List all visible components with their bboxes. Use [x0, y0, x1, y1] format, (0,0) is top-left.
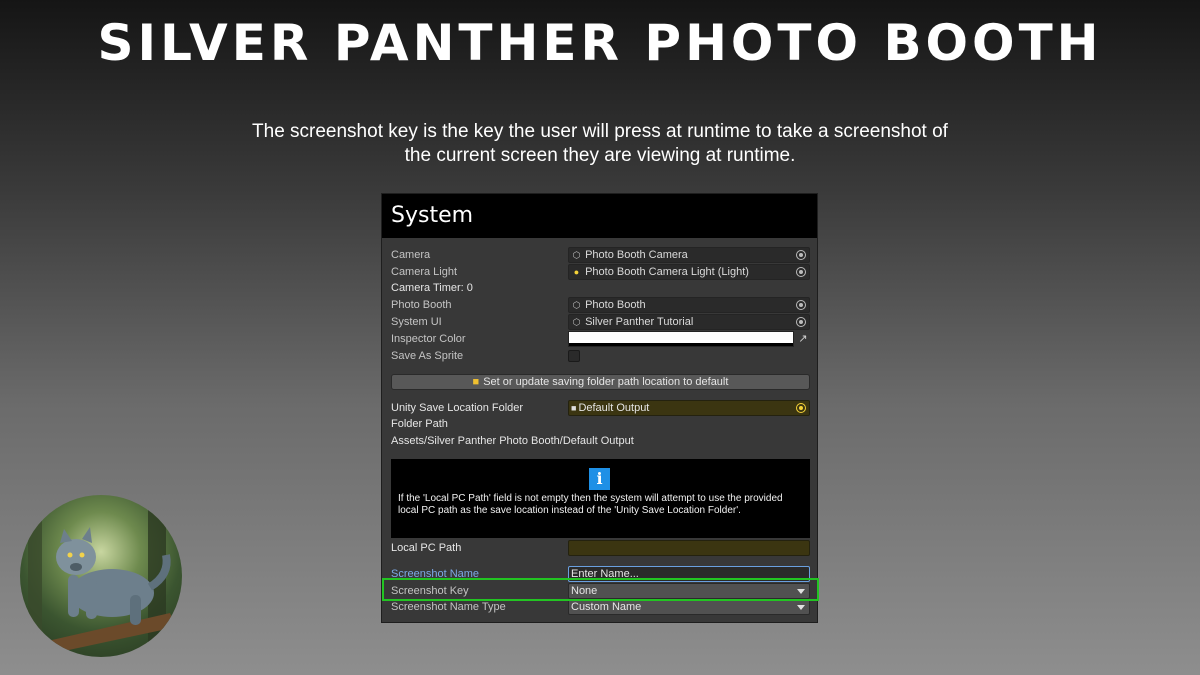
screenshot-name-type-label: Screenshot Name Type [391, 601, 506, 613]
screenshot-name-input[interactable]: Enter Name... [568, 566, 810, 582]
photo-booth-value: Photo Booth [585, 299, 646, 311]
camera-light-row: Camera Light ● Photo Booth Camera Light … [382, 264, 819, 281]
screenshot-name-type-value: Custom Name [571, 601, 642, 613]
camera-row: Camera ⬡ Photo Booth Camera [382, 247, 819, 264]
panther-image [20, 495, 182, 657]
save-as-sprite-row: Save As Sprite [382, 348, 819, 365]
folder-path-value-row: Assets/Silver Panther Photo Booth/Defaul… [382, 433, 819, 450]
panther-illustration [28, 495, 176, 657]
unity-save-location-row: Unity Save Location Folder ■ Default Outp… [382, 400, 819, 417]
info-icon: i [589, 468, 610, 490]
object-picker-icon[interactable] [796, 300, 806, 310]
folder-path-value: Assets/Silver Panther Photo Booth/Defaul… [391, 435, 634, 447]
system-ui-value: Silver Panther Tutorial [585, 316, 694, 328]
photo-booth-field[interactable]: ⬡ Photo Booth [568, 297, 810, 313]
screenshot-name-type-row: Screenshot Name Type Custom Name [382, 599, 819, 616]
page-description: The screenshot key is the key the user w… [252, 121, 948, 166]
camera-field[interactable]: ⬡ Photo Booth Camera [568, 247, 810, 263]
object-picker-icon[interactable] [796, 267, 806, 277]
camera-light-field[interactable]: ● Photo Booth Camera Light (Light) [568, 264, 810, 280]
eyedropper-icon[interactable]: ↗ [796, 331, 810, 347]
unity-save-location-field[interactable]: ■ Default Output [568, 400, 810, 416]
local-pc-path-label: Local PC Path [391, 542, 462, 554]
inspector-panel: System Camera ⬡ Photo Booth Camera Camer… [381, 193, 818, 623]
system-ui-row: System UI ⬡ Silver Panther Tutorial [382, 314, 819, 331]
system-ui-field[interactable]: ⬡ Silver Panther Tutorial [568, 314, 810, 330]
inspector-color-label: Inspector Color [391, 333, 466, 345]
screenshot-key-value: None [571, 585, 598, 597]
object-picker-icon[interactable] [796, 403, 806, 413]
camera-light-value: Photo Booth Camera Light (Light) [585, 266, 749, 278]
object-picker-icon[interactable] [796, 250, 806, 260]
inspector-color-row: Inspector Color ↗ [382, 331, 819, 348]
screenshot-key-row: Screenshot Key None [382, 583, 819, 600]
photo-booth-row: Photo Booth ⬡ Photo Booth [382, 297, 819, 314]
info-text: If the 'Local PC Path' field is not empt… [398, 493, 783, 516]
system-ui-label: System UI [391, 316, 442, 328]
camera-timer-label: Camera Timer: 0 [391, 282, 473, 294]
gameobject-icon: ⬡ [572, 250, 581, 260]
chevron-down-icon [797, 605, 805, 610]
save-as-sprite-checkbox[interactable] [568, 350, 580, 362]
camera-timer-row: Camera Timer: 0 [382, 280, 819, 297]
camera-light-label: Camera Light [391, 266, 458, 278]
inspector-color-swatch[interactable] [568, 331, 794, 347]
info-help-box: i If the 'Local PC Path' field is not em… [391, 459, 810, 538]
folder-path-label: Folder Path [391, 418, 448, 430]
set-default-path-button[interactable]: ■ Set or update saving folder path locati… [391, 374, 810, 390]
unity-save-location-label: Unity Save Location Folder [391, 402, 524, 414]
save-as-sprite-label: Save As Sprite [391, 350, 464, 362]
folder-icon: ■ [571, 403, 577, 413]
camera-value: Photo Booth Camera [585, 249, 688, 261]
screenshot-key-label: Screenshot Key [391, 585, 469, 597]
screenshot-name-label: Screenshot Name [391, 568, 480, 580]
set-default-path-label: Set or update saving folder path locatio… [483, 376, 729, 388]
folder-icon: ■ [472, 376, 480, 388]
screenshot-name-row: Screenshot Name Enter Name... [382, 566, 819, 583]
chevron-down-icon [797, 589, 805, 594]
unity-save-location-value: Default Output [578, 402, 650, 414]
camera-label: Camera [391, 249, 431, 261]
screenshot-name-type-dropdown[interactable]: Custom Name [568, 599, 810, 615]
gameobject-icon: ⬡ [572, 300, 581, 310]
screenshot-key-dropdown[interactable]: None [568, 583, 810, 599]
folder-path-label-row: Folder Path [382, 416, 819, 433]
light-bulb-icon: ● [573, 267, 580, 277]
local-pc-path-row: Local PC Path [382, 540, 819, 557]
local-pc-path-input[interactable] [568, 540, 810, 556]
gameobject-icon: ⬡ [572, 317, 581, 327]
object-picker-icon[interactable] [796, 317, 806, 327]
page-title: SILVER PANTHER PHOTO BOOTH [97, 14, 1103, 72]
inspector-header: System [382, 194, 817, 238]
photo-booth-label: Photo Booth [391, 299, 452, 311]
